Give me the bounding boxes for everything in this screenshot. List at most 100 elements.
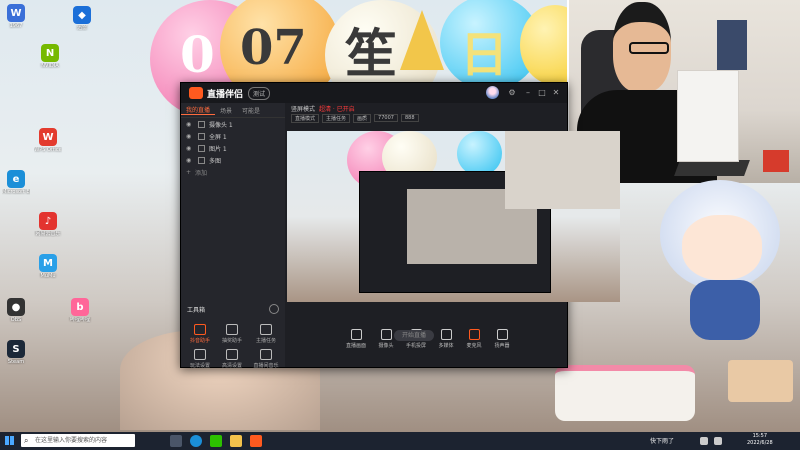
source-row-multi[interactable]: ◉ 多图 [181, 154, 285, 166]
nested-camera [505, 131, 620, 209]
settings-icon[interactable]: ⚙ [507, 88, 517, 98]
tool-douyin-helper[interactable]: 抖音助手 [185, 324, 215, 344]
user-avatar[interactable] [486, 86, 499, 99]
eye-icon[interactable]: ◉ [186, 133, 194, 140]
mumu-icon: M [39, 254, 57, 272]
lock-icon[interactable] [198, 156, 205, 164]
app-version-badge: 测试 [248, 86, 271, 100]
source-row-image[interactable]: ◉ 图片 1 [181, 142, 285, 154]
desktop-icon-obs[interactable]: ● OBS [2, 298, 30, 323]
lock-icon[interactable] [198, 144, 205, 152]
status-text: 超清 · 已开启 [319, 105, 355, 113]
add-source-button[interactable]: + 添加 [181, 166, 285, 178]
preview-balloon-blue [457, 131, 502, 176]
chip-tasks[interactable]: 主播任务 [322, 113, 351, 123]
desktop-icon-wps[interactable]: W WPS Office [34, 128, 62, 153]
media-icon [440, 329, 452, 340]
go-live-button[interactable]: 开始直播 [394, 330, 434, 341]
app-left-panel: 我的直播 场景 可能是 ◉ 摄像头 1 ◉ 全屏 1 ◉ 图片 1 ◉ 多图 +… [181, 103, 285, 369]
maximize-icon[interactable]: □ [537, 88, 547, 98]
nvidia-icon: N [41, 44, 59, 62]
edge-icon[interactable] [190, 435, 202, 447]
eye-icon[interactable]: ◉ [186, 157, 194, 164]
white-shelf [677, 70, 739, 162]
toolbox-title: 工具箱 [187, 307, 206, 314]
lock-icon[interactable] [198, 132, 205, 140]
eye-icon[interactable]: ◉ [186, 145, 194, 152]
chip-mode[interactable]: 直播模式 [291, 113, 320, 123]
tab-maybe[interactable]: 可能是 [237, 106, 265, 115]
windows-start-icon[interactable] [5, 436, 14, 445]
desktop-icon-1967[interactable]: W 1967 [2, 4, 30, 29]
music-icon [260, 349, 272, 360]
toolbox-toggle-icon[interactable] [269, 304, 279, 314]
play-icon [194, 349, 206, 360]
keyboard [674, 160, 750, 176]
tool-lottery[interactable]: 抽奖助手 [217, 324, 247, 344]
chip-quality[interactable]: 画质 [353, 113, 372, 123]
stream-preview[interactable] [287, 131, 620, 302]
app-logo-icon [189, 87, 203, 99]
taskbar-clock[interactable]: 15:57 2022/6/28 [747, 433, 773, 447]
source-row-fullscreen[interactable]: ◉ 全屏 1 [181, 130, 285, 142]
desktop-icon-bilibili[interactable]: b 哔哩哔哩 [66, 298, 94, 323]
lottery-icon [226, 324, 238, 335]
btn-speaker[interactable]: 扬声器 [489, 329, 515, 349]
balloon-text-sheng: 笙 [345, 24, 398, 85]
edge-icon: e [7, 170, 25, 188]
app-name: 直播伴侣 [207, 89, 244, 100]
chip-row: 直播模式 主播任务 画质 77007 888 [285, 113, 567, 123]
wps-icon: W [39, 128, 57, 146]
taskbar-search-input[interactable]: 在这里输入你要搜索的内容 [21, 434, 135, 447]
screen-icon [350, 329, 362, 340]
wechat-icon[interactable] [210, 435, 222, 447]
desktop-icon-mumu[interactable]: M MuMu [34, 254, 62, 279]
speaker-icon [496, 329, 508, 340]
btn-microphone[interactable]: 麦克风 [461, 329, 487, 349]
btn-media[interactable]: 多媒体 [433, 329, 459, 349]
taskbar: 在这里输入你要搜索的内容 快下雨了 15:57 2022/6/28 [0, 432, 800, 450]
volume-icon[interactable] [714, 437, 722, 445]
desktop-icon-steam[interactable]: S Steam [2, 340, 30, 365]
streaming-app-window[interactable]: 直播伴侣 测试 ⚙ – □ ✕ 我的直播 场景 可能是 ◉ 摄像头 1 ◉ 全屏… [180, 82, 620, 369]
obs-icon: ● [7, 298, 25, 316]
bilibili-icon: b [71, 298, 89, 316]
task-view-icon[interactable] [170, 435, 182, 447]
camera-icon [380, 329, 392, 340]
btn-live-screen[interactable]: 直播画面 [343, 329, 369, 349]
tool-play-settings[interactable]: 玩法设置 [185, 349, 215, 369]
eye-icon[interactable]: ◉ [186, 121, 194, 128]
chip-fps: 888 [400, 114, 419, 122]
desktop-icon-xunlei[interactable]: ◆ 迅雷 [68, 6, 96, 31]
weather-text[interactable]: 快下雨了 [650, 436, 674, 445]
xunlei-icon: ◆ [73, 6, 91, 24]
desktop-icon-netease-music[interactable]: ♪ 网易云音乐 [34, 212, 62, 237]
tissue-box-decoration [728, 360, 793, 402]
tab-my-live[interactable]: 我的直播 [181, 105, 216, 115]
source-row-camera[interactable]: ◉ 摄像头 1 [181, 118, 285, 130]
plus-icon: + [186, 168, 192, 176]
desktop-icon-edge[interactable]: e Microsoft Edge [2, 170, 30, 195]
app-titlebar[interactable]: 直播伴侣 测试 ⚙ – □ ✕ [181, 83, 567, 103]
task-icon [260, 324, 272, 335]
lock-icon[interactable] [198, 120, 205, 128]
tab-scenes[interactable]: 场景 [215, 106, 237, 115]
tool-music[interactable]: 直播间音乐 [251, 349, 281, 369]
tool-tasks[interactable]: 主播任务 [251, 324, 281, 344]
plush-character [660, 180, 780, 350]
file-explorer-icon[interactable] [230, 435, 242, 447]
streamer-glasses [629, 42, 669, 54]
microphone-icon [468, 329, 480, 340]
balloon-text-ri: 日 [460, 27, 509, 83]
plush-body [690, 280, 760, 340]
minimize-icon[interactable]: – [523, 88, 533, 98]
close-icon[interactable]: ✕ [551, 88, 561, 98]
balloon-text-0: 0 [180, 25, 215, 84]
desktop-icon-nvidia[interactable]: N NVIDIA [36, 44, 64, 69]
scene-tabs: 我的直播 场景 可能是 [181, 103, 285, 118]
balloon-text-07: 07 [240, 20, 307, 76]
network-icon[interactable] [700, 437, 708, 445]
tool-hd-settings[interactable]: 高清设置 [217, 349, 247, 369]
live-companion-icon[interactable] [250, 435, 262, 447]
helper-icon [194, 324, 206, 335]
